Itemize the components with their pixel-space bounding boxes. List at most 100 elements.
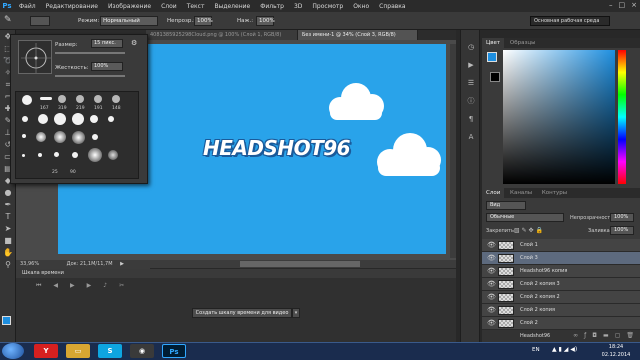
brush-preset[interactable] — [72, 131, 85, 144]
hue-slider[interactable] — [618, 50, 626, 184]
shape-tool-icon[interactable]: ■ — [3, 236, 13, 246]
tab-layers[interactable]: Слои — [482, 188, 505, 198]
brush-preset[interactable] — [38, 153, 42, 157]
chrome-icon[interactable]: ◉ — [130, 344, 154, 358]
layer-row[interactable]: 👁 Слой 1 — [482, 239, 640, 252]
foreground-color-swatch[interactable] — [2, 316, 11, 325]
brush-preset[interactable] — [90, 115, 98, 123]
menu-3d[interactable]: 3D — [289, 3, 307, 10]
brush-preset[interactable] — [22, 95, 32, 105]
menu-text[interactable]: Текст — [182, 3, 210, 10]
brush-size-field[interactable]: 15 пикс. — [91, 39, 123, 48]
tab-channels[interactable]: Каналы — [506, 188, 536, 198]
brush-hardness-field[interactable]: 100% — [91, 62, 123, 71]
brush-preset[interactable] — [112, 95, 120, 103]
brush-tool-icon[interactable]: ✎ — [4, 15, 12, 25]
mode-select[interactable]: Нормальный — [100, 16, 158, 26]
layer-name[interactable]: Headshot96 — [482, 330, 550, 342]
brush-preset[interactable] — [36, 132, 46, 142]
maximize-button[interactable]: □ — [619, 1, 626, 9]
tray-icons[interactable]: ▲ ▮ ◢ ◀) — [552, 346, 577, 353]
status-arrow-icon[interactable]: ▶ — [114, 261, 124, 267]
brush-preset[interactable] — [108, 116, 114, 122]
menu-edit[interactable]: Редактирование — [41, 3, 103, 10]
brush-preset[interactable] — [22, 116, 28, 122]
skype-icon[interactable]: S — [98, 344, 122, 358]
eye-icon[interactable]: 👁 — [487, 252, 496, 265]
system-clock[interactable]: 18:24 02.12.2014 — [596, 343, 636, 359]
brush-preset[interactable] — [108, 150, 118, 160]
horizontal-scrollbar-thumb[interactable] — [240, 261, 360, 267]
brush-preset[interactable] — [76, 95, 84, 103]
brush-preset[interactable] — [54, 131, 66, 143]
foreground-color-chip[interactable] — [487, 52, 497, 62]
trash-icon[interactable]: 🗑 — [626, 330, 634, 342]
brush-preset[interactable] — [72, 152, 78, 158]
close-button[interactable]: × — [631, 1, 637, 9]
minimize-button[interactable]: – — [609, 1, 613, 9]
lock-icon[interactable]: ▧ ✎ ✥ 🔒 — [514, 227, 543, 234]
layer-row[interactable]: 👁 Headshot96 копия — [482, 265, 640, 278]
history-icon[interactable]: ◷ — [466, 42, 476, 52]
menu-layers[interactable]: Слои — [156, 3, 182, 10]
layer-row[interactable]: 👁 Слой 2 копия — [482, 304, 640, 317]
zoom-level[interactable]: 33,96% — [16, 261, 39, 267]
play-icon[interactable]: ▶ — [70, 282, 75, 292]
language-indicator[interactable]: EN — [532, 347, 540, 353]
next-frame-icon[interactable]: ▶ — [87, 282, 92, 292]
type-tool-icon[interactable]: T — [3, 212, 13, 222]
hand-tool-icon[interactable]: ✋ — [3, 248, 13, 258]
mask-icon[interactable]: ◘ — [592, 330, 597, 342]
workspace-select[interactable]: Основная рабочая среда — [530, 16, 610, 26]
layer-row-selected[interactable]: 👁 Слой 3 — [482, 252, 640, 265]
brush-size-slider[interactable] — [55, 52, 125, 54]
layer-row[interactable]: 👁 Слой 2 копия 2 — [482, 291, 640, 304]
eye-icon[interactable]: 👁 — [487, 317, 496, 330]
fx-icon[interactable]: ƒ — [584, 330, 586, 342]
menu-window[interactable]: Окно — [348, 3, 374, 10]
menu-file[interactable]: Файл — [14, 3, 41, 10]
folder-icon[interactable]: ▬ — [603, 330, 609, 342]
eye-icon[interactable]: 👁 — [487, 304, 496, 317]
prev-frame-icon[interactable]: ◀ — [53, 282, 58, 292]
file-explorer-icon[interactable]: ▭ — [66, 344, 90, 358]
start-button[interactable] — [2, 343, 24, 359]
blend-mode-select[interactable]: Обычные — [486, 213, 564, 222]
opacity-field[interactable]: 100% — [194, 16, 213, 26]
brush-preset[interactable] — [54, 152, 59, 157]
layer-fill-field[interactable]: 100% — [610, 226, 634, 235]
brush-preset[interactable] — [94, 95, 102, 103]
brush-preset[interactable] — [54, 113, 66, 125]
brush-preset[interactable] — [58, 95, 66, 103]
brush-preset[interactable] — [72, 113, 84, 125]
layer-row[interactable]: 👁 Слой 2 — [482, 317, 640, 330]
new-layer-icon[interactable]: ▢ — [615, 330, 621, 342]
brush-preset[interactable] — [92, 134, 98, 140]
create-video-timeline-button[interactable]: Создать шкалу времени для видео — [192, 308, 292, 318]
brush-preset-picker[interactable] — [30, 16, 50, 26]
cut-icon[interactable]: ✂ — [119, 282, 124, 292]
yandex-browser-icon[interactable]: Y — [34, 344, 58, 358]
color-spectrum-field[interactable] — [503, 50, 615, 184]
vertical-scrollbar[interactable] — [450, 44, 456, 258]
menu-view[interactable]: Просмотр — [307, 3, 348, 10]
menu-image[interactable]: Изображение — [103, 3, 156, 10]
menu-select[interactable]: Выделение — [209, 3, 255, 10]
zoom-tool-icon[interactable]: ⚲ — [3, 260, 13, 270]
gear-icon[interactable]: ⚙ — [131, 39, 137, 47]
eye-icon[interactable]: 👁 — [487, 278, 496, 291]
dodge-tool-icon[interactable]: ● — [3, 188, 13, 198]
paragraph-icon[interactable]: ¶ — [466, 114, 476, 124]
path-select-tool-icon[interactable]: ➤ — [3, 224, 13, 234]
brush-preset[interactable] — [88, 148, 102, 162]
brush-preset[interactable] — [22, 154, 25, 157]
eye-icon[interactable]: 👁 — [487, 265, 496, 278]
menu-help[interactable]: Справка — [374, 3, 410, 10]
layer-filter-select[interactable]: Вид — [486, 201, 526, 210]
actions-icon[interactable]: ▶ — [466, 60, 476, 70]
brush-preset[interactable] — [40, 97, 52, 100]
eye-icon[interactable]: 👁 — [487, 291, 496, 304]
photoshop-taskbar-icon[interactable]: Ps — [162, 344, 186, 358]
flow-field[interactable]: 100% — [256, 16, 275, 26]
layer-opacity-field[interactable]: 100% — [610, 213, 634, 222]
